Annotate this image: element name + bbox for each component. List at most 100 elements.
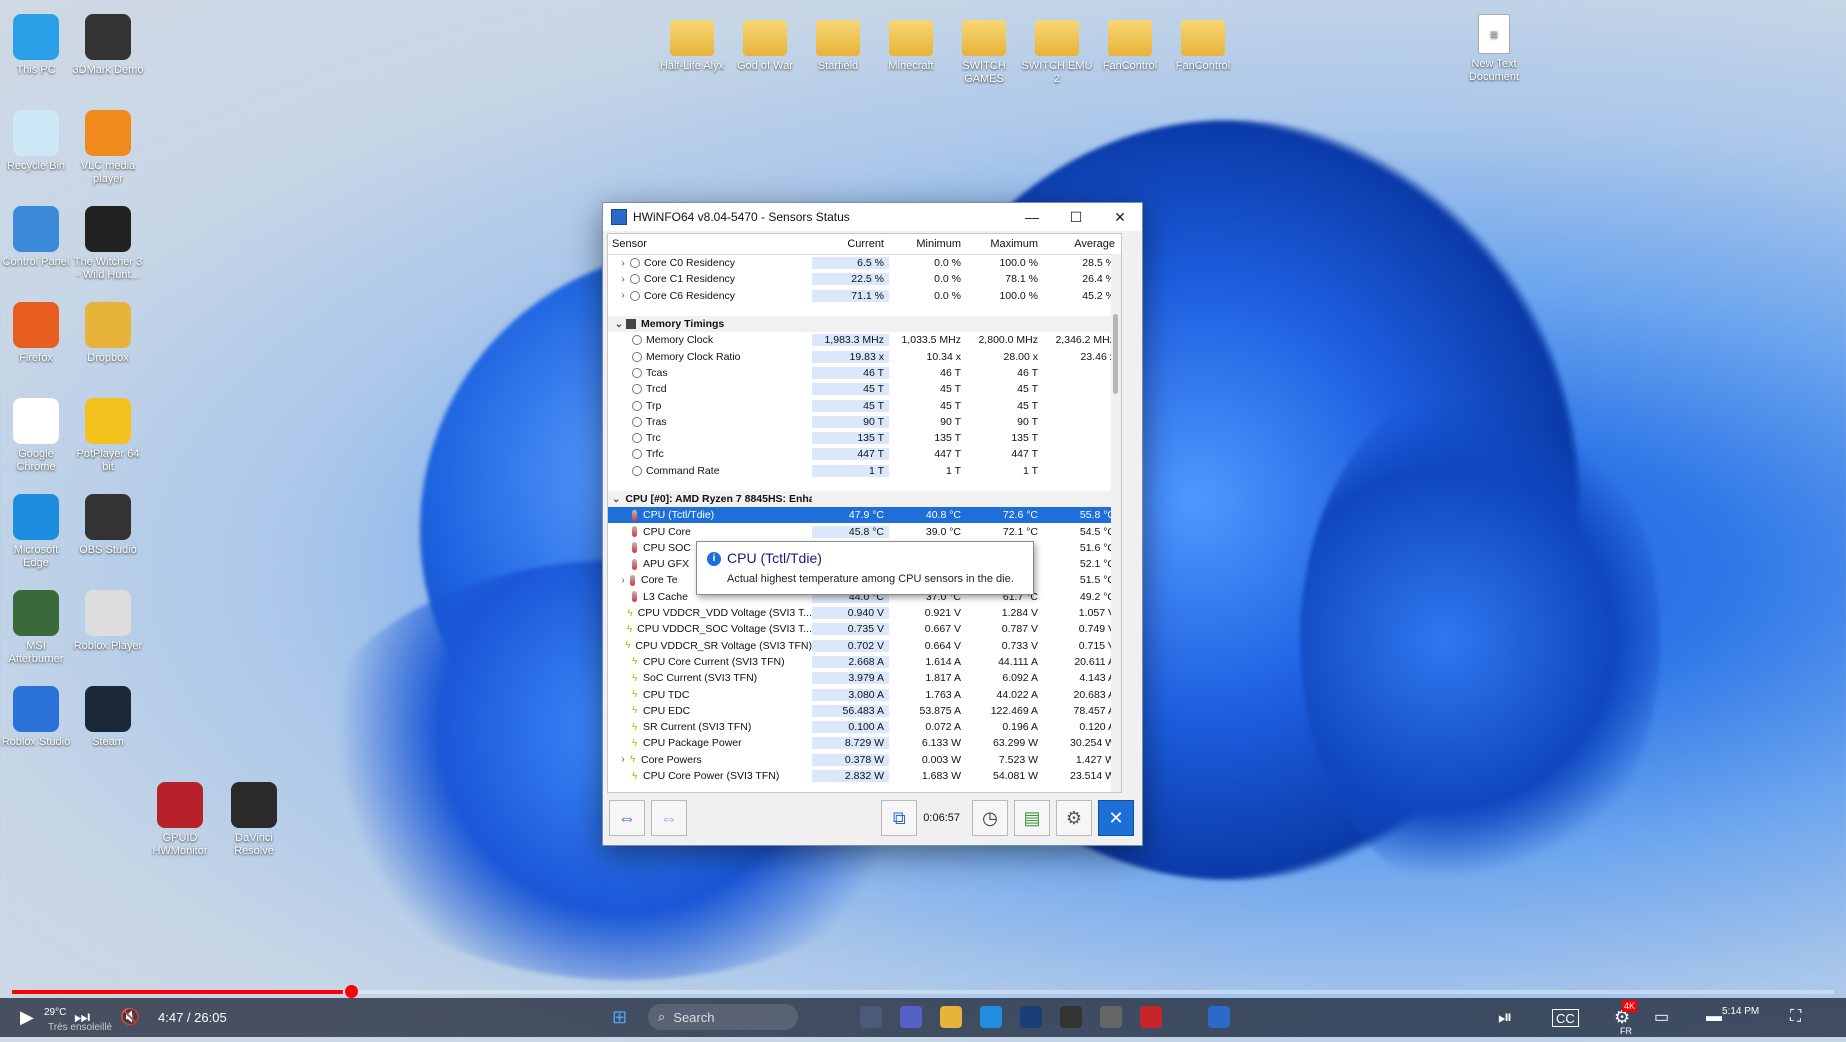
desktop-folder[interactable]: SWITCH EMU 2 (1021, 14, 1093, 86)
desktop-folder[interactable]: Starfield (802, 14, 874, 73)
theater-mode-icon[interactable]: ▬ (1706, 1006, 1722, 1028)
log-file-button[interactable]: ▤ (1014, 800, 1050, 836)
sensor-row[interactable]: ϟ SoC Current (SVI3 TFN) 3.979 A 1.817 A 6.0… (608, 670, 1121, 686)
chevron-down-icon[interactable]: ⌄ (612, 319, 626, 330)
taskbar-app-icon[interactable] (900, 1006, 922, 1028)
miniplayer-icon[interactable]: ▭ (1654, 1006, 1669, 1028)
chevron-right-icon[interactable]: › (616, 258, 630, 269)
taskbar-app-icon[interactable] (940, 1006, 962, 1028)
sensor-group-row[interactable]: ⌄ CPU [#0]: AMD Ryzen 7 8845HS: Enhanced (608, 490, 1121, 508)
taskbar-app-icon[interactable] (1020, 1006, 1042, 1028)
chevron-right-icon[interactable]: › (616, 274, 630, 285)
desktop-folder[interactable]: FanControl (1167, 14, 1239, 73)
chevron-right-icon[interactable]: › (616, 575, 630, 586)
sensor-row[interactable]: ϟ CPU Core Current (SVI3 TFN) 2.668 A 1.614… (608, 654, 1121, 670)
chevron-right-icon[interactable]: › (616, 754, 630, 765)
sensor-row[interactable]: › Core C6 Residency 71.1 % 0.0 % 100.0 % 45.2… (608, 288, 1121, 304)
sensor-table[interactable]: Sensor Current Minimum Maximum Average ›… (607, 233, 1122, 793)
desktop-folder[interactable]: Half-Life Alyx (656, 14, 728, 73)
sensor-row[interactable]: › ϟ Core Powers 0.378 W 0.003 W 7.523 W 1.427 … (608, 752, 1121, 768)
chevron-right-icon[interactable]: › (616, 290, 630, 301)
sensor-row[interactable]: ϟ CPU VDDCR_SR Voltage (SVI3 TFN) 0.702 V 0… (608, 638, 1121, 654)
sensor-row[interactable]: ϟ CPU Package Power 8.729 W 6.133 W 63.299 W… (608, 735, 1121, 751)
taskbar-app-icon[interactable] (1140, 1006, 1162, 1028)
sensor-row[interactable]: ϟ CPU VDDCR_SOC Voltage (SVI3 T... 0.735 V… (608, 621, 1121, 637)
sensor-row[interactable]: Trcd 45 T 45 T 45 T (608, 381, 1121, 397)
desktop-folder[interactable]: Minecraft (875, 14, 947, 73)
desktop-icon[interactable]: Steam (72, 686, 144, 749)
sensor-row[interactable]: ϟ CPU EDC 56.483 A 53.875 A 122.469 A 78.457 … (608, 703, 1121, 719)
settings-gear-button[interactable]: ⚙ (1056, 800, 1092, 836)
sensor-row[interactable]: ϟ CPU Core Power (SVI3 TFN) 2.832 W 1.683 W… (608, 768, 1121, 784)
chevron-down-icon[interactable]: ⌄ (612, 494, 620, 505)
column-header-sensor[interactable]: Sensor (608, 238, 812, 250)
close-button[interactable]: ✕ (1098, 203, 1142, 231)
navigate-arrows-button[interactable]: ⇔ (609, 800, 645, 836)
sensor-row[interactable]: Tras 90 T 90 T 90 T (608, 414, 1121, 430)
maximize-button[interactable]: ☐ (1054, 203, 1098, 231)
sensor-row[interactable]: › Core C1 Residency 22.5 % 0.0 % 78.1 % 26.4 … (608, 271, 1121, 287)
desktop-icon-new-text-document[interactable]: ≡ New Text Document (1458, 14, 1530, 84)
desktop-icon[interactable]: DaVinci Resolve (218, 782, 290, 858)
desktop-icon[interactable]: OBS Studio (72, 494, 144, 557)
title-bar[interactable]: HWiNFO64 v8.04-5470 - Sensors Status — ☐… (603, 203, 1142, 231)
desktop-icon[interactable]: Microsoft Edge (0, 494, 72, 570)
sensor-row[interactable]: CPU Core 45.8 °C 39.0 °C 72.1 °C 54.5 °C (608, 523, 1121, 539)
fullscreen-icon[interactable]: ⛶ (1790, 1006, 1801, 1028)
close-sensors-button[interactable]: ✕ (1098, 800, 1134, 836)
desktop-folder[interactable]: God of War (729, 14, 801, 73)
column-header-average[interactable]: Average (1043, 238, 1120, 250)
desktop-icon[interactable]: Google Chrome (0, 398, 72, 474)
video-progress-bar[interactable] (12, 985, 1834, 998)
sensor-row[interactable]: Trp 45 T 45 T 45 T (608, 397, 1121, 413)
taskbar-hwinfo-icon[interactable] (1208, 1006, 1230, 1028)
sensor-row[interactable]: Trfc 447 T 447 T 447 T (608, 446, 1121, 462)
taskbar-app-icon[interactable] (1100, 1006, 1122, 1028)
windows-start-icon[interactable]: ⊞ (612, 1006, 627, 1028)
mute-icon[interactable]: 🔇 (120, 1006, 140, 1028)
navigate-arrows-alt-button[interactable]: ⇔ (651, 800, 687, 836)
play-icon[interactable]: ▶ (20, 1006, 34, 1028)
sensor-row[interactable]: Memory Clock 1,983.3 MHz 1,033.5 MHz 2,800.… (608, 332, 1121, 348)
desktop-icon[interactable]: Dropbox (72, 302, 144, 365)
sensor-row[interactable]: Command Rate 1 T 1 T 1 T (608, 463, 1121, 479)
sensor-row[interactable]: ϟ CPU VDDCR_VDD Voltage (SVI3 T... 0.940 V… (608, 605, 1121, 621)
desktop-icon[interactable]: PotPlayer 64 bit (72, 398, 144, 474)
column-header-maximum[interactable]: Maximum (966, 238, 1043, 250)
desktop-icon[interactable]: 3DMark Demo (72, 14, 144, 77)
desktop-icon[interactable]: Firefox (0, 302, 72, 365)
desktop-icon[interactable]: GPUID HWMonitor (144, 782, 216, 858)
clock-reset-button[interactable]: ◷ (972, 800, 1008, 836)
sensor-row[interactable]: ϟ SR Current (SVI3 TFN) 0.100 A 0.072 A 0.19… (608, 719, 1121, 735)
network-icon[interactable]: ⧉ (881, 800, 918, 836)
taskbar-app-icon[interactable] (980, 1006, 1002, 1028)
taskbar-app-icon[interactable] (1060, 1006, 1082, 1028)
sensor-row[interactable]: Memory Clock Ratio 19.83 x 10.34 x 28.00 x 2… (608, 348, 1121, 364)
progress-scrubber[interactable] (345, 985, 358, 998)
desktop-folder[interactable]: SWITCH GAMES (948, 14, 1020, 86)
desktop-icon[interactable]: The Witcher 3 - Wild Hunt... (72, 206, 144, 282)
desktop-icon[interactable]: This PC (0, 14, 72, 77)
sensor-row[interactable]: Trc 135 T 135 T 135 T (608, 430, 1121, 446)
vertical-scrollbar[interactable] (1111, 254, 1121, 792)
desktop-icon[interactable]: Recycle Bin (0, 110, 72, 173)
desktop-icon[interactable]: Control Panel (0, 206, 72, 269)
desktop-folder[interactable]: FanControl (1094, 14, 1166, 73)
sensor-row[interactable]: › Core C0 Residency 6.5 % 0.0 % 100.0 % 28.5 … (608, 255, 1121, 271)
sensor-row[interactable]: ϟ CPU TDC 3.080 A 1.763 A 44.022 A 20.683 A (608, 686, 1121, 702)
next-icon[interactable]: ⏭ (74, 1006, 90, 1028)
sensor-row[interactable]: Tcas 46 T 46 T 46 T (608, 365, 1121, 381)
sensor-group-row[interactable]: ⌄ Memory Timings (608, 315, 1121, 333)
desktop-icon[interactable]: Roblox Studio (0, 686, 72, 749)
desktop-icon[interactable]: MSI Afterburner (0, 590, 72, 666)
minimize-button[interactable]: — (1010, 203, 1054, 231)
desktop-icon[interactable]: Roblox Player (72, 590, 144, 653)
column-header-minimum[interactable]: Minimum (889, 238, 966, 250)
desktop-icon[interactable]: VLC media player (72, 110, 144, 186)
scrollbar-thumb[interactable] (1113, 314, 1118, 394)
sensor-row[interactable]: CPU (Tctl/Tdie) 47.9 °C 40.8 °C 72.6 °C 55.8… (608, 507, 1121, 524)
column-header-current[interactable]: Current (812, 238, 889, 250)
taskbar-app-icon[interactable] (860, 1006, 882, 1028)
captions-button[interactable]: CC (1552, 1009, 1579, 1027)
autoplay-toggle[interactable]: ⏯ (1498, 1006, 1512, 1028)
